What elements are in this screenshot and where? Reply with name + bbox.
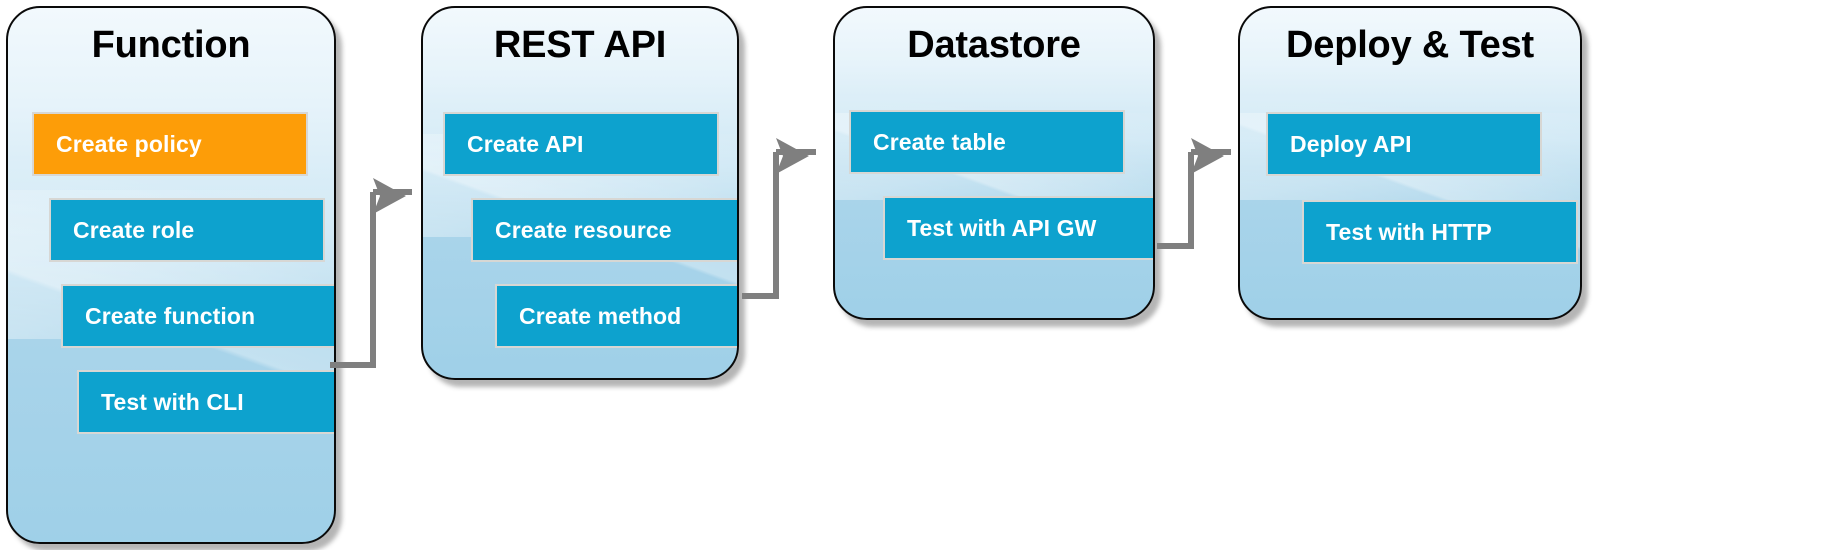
connector-datastore-to-deploy-test: [1157, 138, 1231, 249]
step-chip-label: Test with CLI: [101, 388, 244, 415]
group-panel-function: Function Create policy Create role Creat…: [6, 6, 336, 544]
group-panel-deploy-test: Deploy & Test Deploy API Test with HTTP: [1238, 6, 1582, 320]
step-chip-label: Deploy API: [1290, 130, 1412, 157]
step-chip-create-policy[interactable]: Create policy: [32, 112, 308, 176]
group-panel-datastore: Datastore Create table Test with API GW: [833, 6, 1155, 320]
step-chip-label: Create function: [85, 302, 256, 329]
step-chip-test-with-api-gw[interactable]: Test with API GW: [883, 196, 1153, 260]
arrowhead-icon: [1191, 138, 1224, 174]
diagram-canvas: Function Create policy Create role Creat…: [0, 0, 1828, 550]
connector-function-to-rest-api: [330, 178, 412, 368]
step-chip-create-function[interactable]: Create function: [61, 284, 334, 348]
connector-line: [742, 152, 779, 299]
step-chip-label: Create API: [467, 130, 584, 157]
group-title-function: Function: [91, 24, 251, 66]
step-chip-test-with-http[interactable]: Test with HTTP: [1302, 200, 1578, 264]
group-title-rest-api: REST API: [493, 24, 667, 66]
step-chip-label: Create table: [873, 128, 1006, 155]
step-chip-label: Test with API GW: [907, 214, 1097, 241]
connector-line: [1157, 152, 1194, 249]
step-chip-create-role[interactable]: Create role: [49, 198, 325, 262]
step-chip-create-api[interactable]: Create API: [443, 112, 719, 176]
step-chip-create-resource[interactable]: Create resource: [471, 198, 737, 262]
step-chip-label: Create role: [73, 216, 195, 243]
step-chip-create-method[interactable]: Create method: [495, 284, 737, 348]
connector-rest-api-to-datastore: [742, 138, 816, 299]
arrowhead-icon: [373, 178, 406, 214]
step-chip-create-table[interactable]: Create table: [849, 110, 1125, 174]
step-chip-label: Create policy: [56, 130, 202, 157]
connector-line: [330, 192, 376, 368]
group-panel-rest-api: REST API Create API Create resource Crea…: [421, 6, 739, 380]
step-chip-label: Create method: [519, 302, 682, 329]
step-chip-deploy-api[interactable]: Deploy API: [1266, 112, 1542, 176]
step-chip-label: Create resource: [495, 216, 672, 243]
group-title-datastore: Datastore: [907, 24, 1081, 66]
group-title-deploy-test: Deploy & Test: [1286, 24, 1534, 66]
step-chip-test-with-cli[interactable]: Test with CLI: [77, 370, 334, 434]
step-chip-label: Test with HTTP: [1326, 218, 1492, 245]
arrowhead-icon: [776, 138, 809, 174]
